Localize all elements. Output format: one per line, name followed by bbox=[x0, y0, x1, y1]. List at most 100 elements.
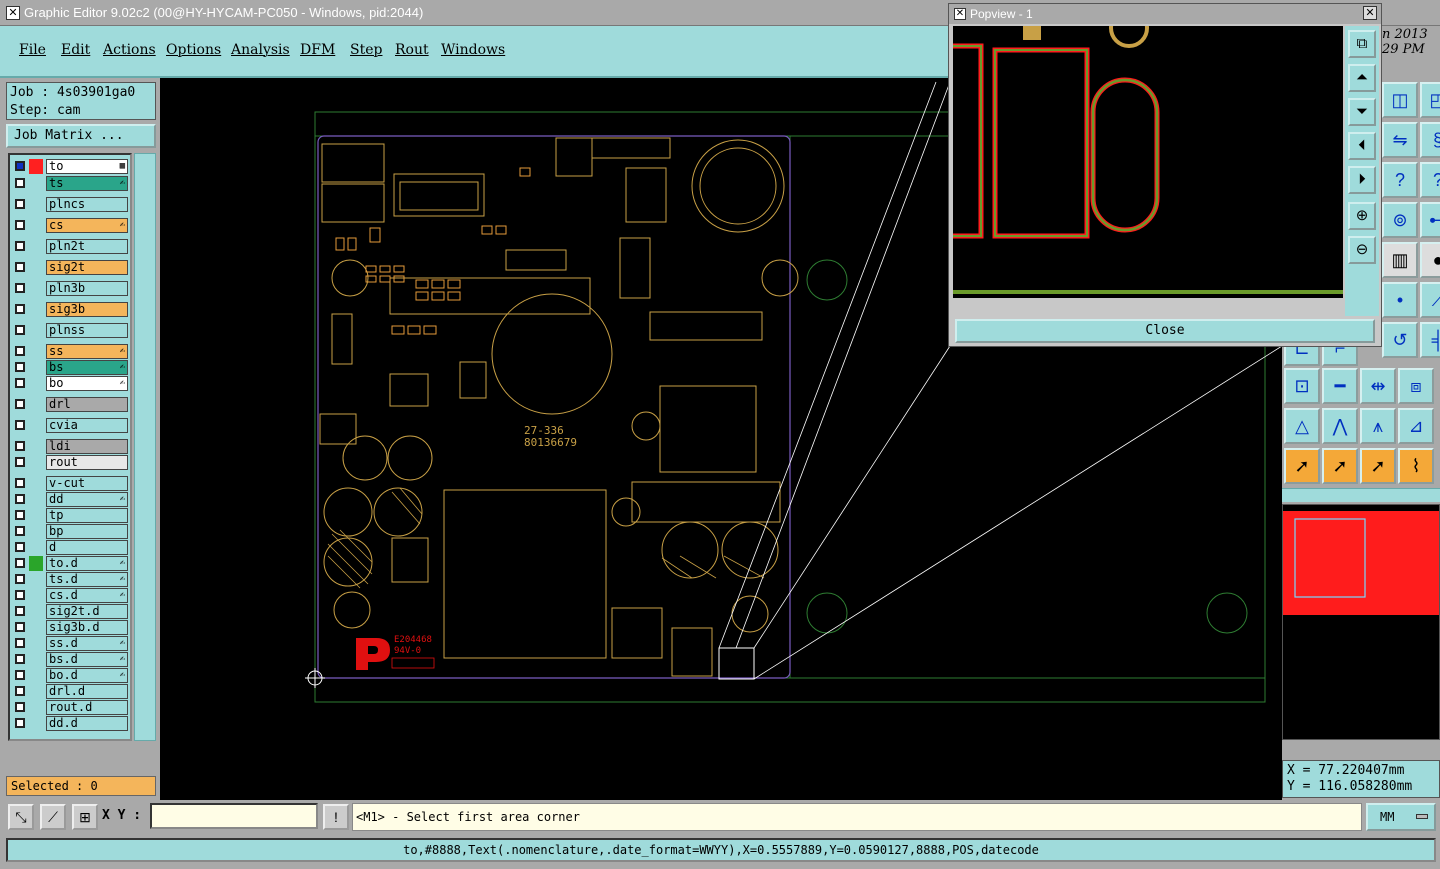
layer-name[interactable]: to ▦ bbox=[46, 159, 128, 174]
layer-name[interactable]: bo ✍ bbox=[46, 376, 128, 391]
layer-checkbox[interactable] bbox=[15, 283, 25, 293]
pointer-icon[interactable]: ➚ bbox=[1284, 448, 1320, 484]
layer-name[interactable]: drl.d bbox=[46, 684, 128, 699]
connect-icon[interactable]: ⟋ bbox=[1420, 282, 1440, 318]
layer-checkbox[interactable] bbox=[15, 220, 25, 230]
job-matrix-button[interactable]: Job Matrix ... bbox=[6, 124, 156, 148]
pad-icon[interactable]: ● bbox=[1420, 242, 1440, 278]
layer-name[interactable]: v-cut bbox=[46, 476, 128, 491]
via-icon[interactable]: ⊚ bbox=[1382, 202, 1418, 238]
layer-row[interactable]: sig3b bbox=[12, 302, 130, 317]
layer-checkbox[interactable] bbox=[15, 161, 25, 171]
question-icon[interactable]: ? bbox=[1420, 162, 1440, 198]
layer-name[interactable]: plncs bbox=[46, 197, 128, 212]
layer-name[interactable]: pln2t bbox=[46, 239, 128, 254]
popview-close-icon[interactable]: ✕ bbox=[1363, 6, 1377, 20]
layer-row[interactable]: pln3b bbox=[12, 281, 130, 296]
help-icon[interactable]: ? bbox=[1382, 162, 1418, 198]
menu-analysis[interactable]: Analysis bbox=[231, 42, 290, 58]
layer-row[interactable]: ss.d ✍ bbox=[12, 636, 130, 651]
menu-actions[interactable]: Actions bbox=[103, 42, 156, 58]
popview-close-button[interactable]: Close bbox=[955, 319, 1375, 343]
layer-checkbox[interactable] bbox=[15, 510, 25, 520]
select-area-icon[interactable]: ➚ bbox=[1360, 448, 1396, 484]
layer-checkbox[interactable] bbox=[15, 702, 25, 712]
layer-checkbox[interactable] bbox=[15, 420, 25, 430]
triangle-icon[interactable]: △ bbox=[1284, 408, 1320, 444]
menu-file[interactable]: File bbox=[19, 42, 46, 58]
layer-name[interactable]: dd.d bbox=[46, 716, 128, 731]
measure-icon[interactable]: ⟋ bbox=[40, 804, 66, 830]
overview-map[interactable] bbox=[1282, 504, 1440, 740]
layer-row[interactable]: bo ✍ bbox=[12, 376, 130, 391]
layer-name[interactable]: ts ✍ bbox=[46, 176, 128, 191]
popview-canvas[interactable] bbox=[953, 26, 1343, 298]
layer-row[interactable]: drl.d bbox=[12, 684, 130, 699]
dimension-icon[interactable]: ⇹ bbox=[1360, 368, 1396, 404]
layer-row[interactable]: cs.d ✍ bbox=[12, 588, 130, 603]
menu-options[interactable]: Options bbox=[166, 42, 221, 58]
layer-checkbox[interactable] bbox=[15, 606, 25, 616]
dot-icon[interactable]: • bbox=[1382, 282, 1418, 318]
layer-color-swatch[interactable] bbox=[29, 556, 43, 571]
menu-edit[interactable]: Edit bbox=[61, 42, 90, 58]
fit-icon[interactable]: ⧉ bbox=[1348, 30, 1376, 58]
layer-row[interactable]: tp bbox=[12, 508, 130, 523]
layer-checkbox[interactable] bbox=[15, 304, 25, 314]
layer-row[interactable]: to ▦ bbox=[12, 159, 130, 174]
layer-checkbox[interactable] bbox=[15, 441, 25, 451]
pan-right-icon[interactable]: ⏵ bbox=[1348, 166, 1376, 194]
layer-row[interactable]: d bbox=[12, 540, 130, 555]
layer-name[interactable]: plnss bbox=[46, 323, 128, 338]
layer-name[interactable]: bs ✍ bbox=[46, 360, 128, 375]
layer-name[interactable]: sig3b bbox=[46, 302, 128, 317]
units-select[interactable]: MM bbox=[1366, 803, 1436, 831]
menu-dfm[interactable]: DFM bbox=[300, 42, 335, 58]
menu-windows[interactable]: Windows bbox=[441, 42, 505, 58]
layer-row[interactable]: cvia bbox=[12, 418, 130, 433]
layer-row[interactable]: bs ✍ bbox=[12, 360, 130, 375]
arc-icon[interactable]: ↺ bbox=[1382, 322, 1418, 358]
layer-checkbox[interactable] bbox=[15, 399, 25, 409]
zoom-area-icon[interactable]: ⤡ bbox=[8, 804, 34, 830]
layer-checkbox[interactable] bbox=[15, 346, 25, 356]
layer-row[interactable]: v-cut bbox=[12, 476, 130, 491]
grid-icon[interactable]: ⊞ bbox=[72, 804, 98, 830]
zoom-in-icon[interactable]: ⊕ bbox=[1348, 202, 1376, 230]
split-view-icon[interactable]: ◫ bbox=[1382, 82, 1418, 118]
layer-checkbox[interactable] bbox=[15, 478, 25, 488]
pan-down-icon[interactable]: ⏷ bbox=[1348, 98, 1376, 126]
s-curve-icon[interactable]: § bbox=[1420, 122, 1440, 158]
layer-name[interactable]: sig3b.d bbox=[46, 620, 128, 635]
layer-row[interactable]: rout.d bbox=[12, 700, 130, 715]
route-icon[interactable]: ⌇ bbox=[1398, 448, 1434, 484]
layer-row[interactable]: plncs bbox=[12, 197, 130, 212]
ruler-icon[interactable]: ▥ bbox=[1382, 242, 1418, 278]
exclamation-icon[interactable]: ! bbox=[323, 804, 349, 830]
layer-name[interactable]: rout bbox=[46, 455, 128, 470]
layer-checkbox[interactable] bbox=[15, 558, 25, 568]
layer-name[interactable]: d bbox=[46, 540, 128, 555]
pad-add-icon[interactable]: ⊡ bbox=[1284, 368, 1320, 404]
layer-name[interactable]: ss ✍ bbox=[46, 344, 128, 359]
layer-checkbox[interactable] bbox=[15, 325, 25, 335]
swap-icon[interactable]: ⇋ bbox=[1382, 122, 1418, 158]
layer-checkbox[interactable] bbox=[15, 622, 25, 632]
layer-checkbox[interactable] bbox=[15, 199, 25, 209]
layer-name[interactable]: bp bbox=[46, 524, 128, 539]
layer-name[interactable]: dd ✍ bbox=[46, 492, 128, 507]
pan-left-icon[interactable]: ⏴ bbox=[1348, 132, 1376, 160]
layer-checkbox[interactable] bbox=[15, 670, 25, 680]
layer-checkbox[interactable] bbox=[15, 526, 25, 536]
layer-row[interactable]: ldi bbox=[12, 439, 130, 454]
pan-up-icon[interactable]: ⏶ bbox=[1348, 64, 1376, 92]
layer-checkbox[interactable] bbox=[15, 638, 25, 648]
layer-checkbox[interactable] bbox=[15, 542, 25, 552]
layer-name[interactable]: cs ✍ bbox=[46, 218, 128, 233]
layer-checkbox[interactable] bbox=[15, 590, 25, 600]
layer-name[interactable]: bs.d ✍ bbox=[46, 652, 128, 667]
layer-name[interactable]: pln3b bbox=[46, 281, 128, 296]
layer-checkbox[interactable] bbox=[15, 686, 25, 696]
window-icon[interactable]: ◰ bbox=[1420, 82, 1440, 118]
layer-row[interactable]: cs ✍ bbox=[12, 218, 130, 233]
